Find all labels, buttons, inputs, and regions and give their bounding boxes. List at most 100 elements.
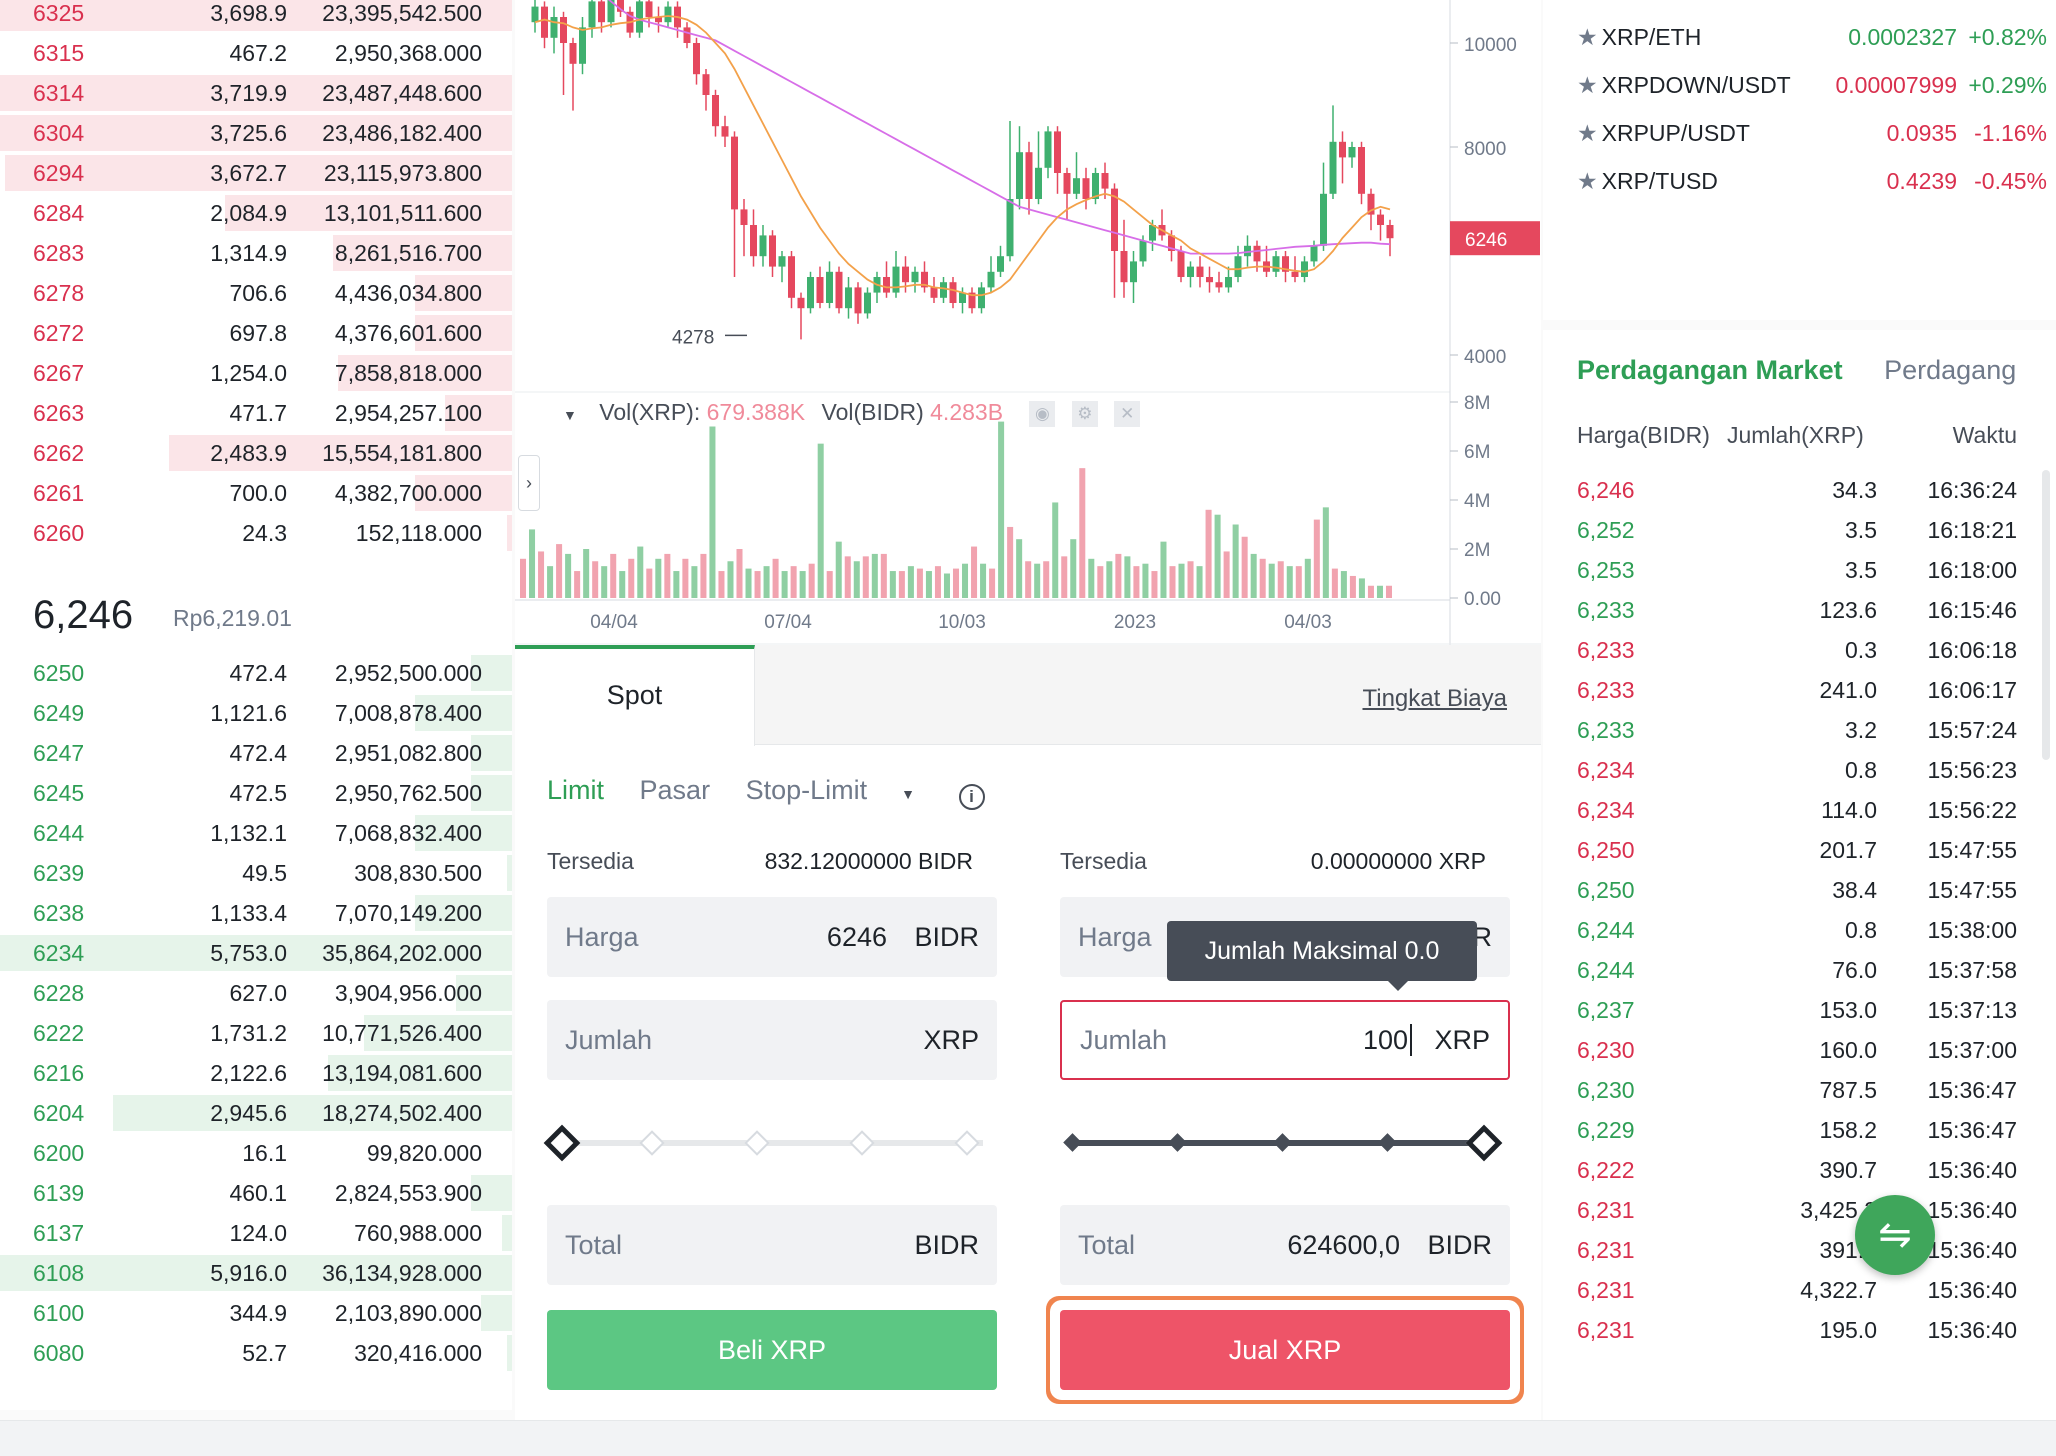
volume-bar: [547, 566, 554, 598]
bid-row[interactable]: 6216 2,122.6 13,194,081.600: [0, 1053, 512, 1093]
sell-button[interactable]: Jual XRP: [1060, 1310, 1510, 1390]
max-amount-tooltip: Jumlah Maksimal 0.0: [1167, 921, 1477, 991]
bid-row[interactable]: 6228 627.0 3,904,956.000: [0, 973, 512, 1013]
bid-row[interactable]: 6108 5,916.0 36,134,928.000: [0, 1253, 512, 1293]
order-type-stop-limit[interactable]: Stop-Limit ▼: [746, 775, 943, 805]
sell-slider-step[interactable]: [1063, 1133, 1082, 1152]
bid-row[interactable]: 6200 16.1 99,820.000: [0, 1133, 512, 1173]
sell-slider-step[interactable]: [1273, 1133, 1292, 1152]
order-price: 6294: [33, 160, 85, 186]
trade-time: 16:18:21: [1927, 517, 2017, 543]
text-cursor: [1410, 1024, 1412, 1056]
ask-row[interactable]: 6272 697.8 4,376,601.600: [0, 313, 512, 353]
volume-bar: [971, 546, 978, 598]
order-type-limit[interactable]: Limit: [547, 775, 604, 805]
vol-tick-label: 0.00: [1464, 589, 1501, 610]
bid-row[interactable]: 6245 472.5 2,950,762.500: [0, 773, 512, 813]
bid-row[interactable]: 6249 1,121.6 7,008,878.400: [0, 693, 512, 733]
buy-button[interactable]: Beli XRP: [547, 1310, 997, 1390]
bid-row[interactable]: 6234 5,753.0 35,864,202.000: [0, 933, 512, 973]
buy-slider-step[interactable]: [744, 1130, 770, 1156]
buy-slider-step[interactable]: [954, 1130, 980, 1156]
swap-arrows-icon[interactable]: ⇋: [1855, 1195, 1935, 1275]
tab-my-trades[interactable]: Perdagang: [1884, 355, 2016, 385]
ask-row[interactable]: 6260 24.3 152,118.000: [0, 513, 512, 553]
trade-amount: 123.6: [1819, 597, 1877, 623]
ask-row[interactable]: 6267 1,254.0 7,858,818.000: [0, 353, 512, 393]
scrollbar[interactable]: [2042, 470, 2050, 760]
bid-row[interactable]: 6238 1,133.4 7,070,149.200: [0, 893, 512, 933]
ask-row[interactable]: 6263 471.7 2,954,257.100: [0, 393, 512, 433]
market-trades-header: Harga(BIDR) Jumlah(XRP) Waktu: [1577, 422, 2017, 449]
price-chart[interactable]: 10000 8000 4000 6246 8M 6M 4M 2M 0.00 04/04 07/04 1…: [515, 0, 1541, 645]
buy-slider-step[interactable]: [639, 1130, 665, 1156]
ask-row[interactable]: 6315 467.2 2,950,368.000: [0, 33, 512, 73]
order-amount: 697.8: [229, 320, 287, 346]
volume-bar: [853, 561, 860, 598]
candle-body: [769, 235, 776, 267]
bid-row[interactable]: 6244 1,132.1 7,068,832.400: [0, 813, 512, 853]
market-pair-row[interactable]: ★ XRPDOWN/USDT 0.00007999 +0.29%: [1577, 61, 2047, 109]
sell-slider-handle[interactable]: [1465, 1124, 1503, 1162]
order-price: 6325: [33, 0, 85, 26]
trade-price: 6,233: [1577, 677, 1635, 703]
candle-body: [1063, 173, 1071, 194]
time-tick-label: 10/03: [938, 612, 986, 633]
ask-row[interactable]: 6294 3,672.7 23,115,973.800: [0, 153, 512, 193]
close-icon[interactable]: ✕: [1114, 400, 1141, 427]
ask-row[interactable]: 6304 3,725.6 23,486,182.400: [0, 113, 512, 153]
buy-price-input[interactable]: Harga 6246 BIDR: [547, 897, 997, 977]
ask-row[interactable]: 6278 706.6 4,436,034.800: [0, 273, 512, 313]
order-type-market[interactable]: Pasar: [640, 775, 711, 805]
chevron-down-icon[interactable]: ▼: [563, 407, 577, 423]
volume-bar: [1340, 571, 1347, 598]
sell-amount-unit: XRP: [1434, 1025, 1490, 1055]
buy-total-input[interactable]: Total BIDR: [547, 1205, 997, 1285]
ask-row[interactable]: 6314 3,719.9 23,487,448.600: [0, 73, 512, 113]
candle-body: [579, 27, 586, 64]
sell-amount-input[interactable]: Jumlah 100 XRP: [1060, 1000, 1510, 1080]
bid-row[interactable]: 6080 52.7 320,416.000: [0, 1333, 512, 1373]
bid-row[interactable]: 6250 472.4 2,952,500.000: [0, 653, 512, 693]
volume-bar: [844, 556, 851, 598]
bid-row[interactable]: 6137 124.0 760,988.000: [0, 1213, 512, 1253]
fee-rate-link[interactable]: Tingkat Biaya: [1362, 685, 1507, 713]
sell-slider-step[interactable]: [1378, 1133, 1397, 1152]
sell-amount-slider[interactable]: [1060, 1123, 1510, 1163]
market-pair-row[interactable]: ★ XRP/ETH 0.0002327 +0.82%: [1577, 13, 2047, 61]
ask-row[interactable]: 6284 2,084.9 13,101,511.600: [0, 193, 512, 233]
candle-body: [1054, 131, 1061, 173]
ask-row[interactable]: 6325 3,698.9 23,395,542.500: [0, 0, 512, 33]
order-total: 4,436,034.800: [334, 280, 482, 306]
buy-amount-slider[interactable]: [543, 1123, 997, 1163]
buy-slider-step[interactable]: [849, 1130, 875, 1156]
market-pair-row[interactable]: ★ XRPUP/USDT 0.0935 -1.16%: [1577, 109, 2047, 157]
bid-row[interactable]: 6204 2,945.6 18,274,502.400: [0, 1093, 512, 1133]
tab-market-trades[interactable]: Perdagangan Market: [1577, 355, 1843, 385]
gear-icon[interactable]: ⚙: [1071, 400, 1098, 427]
volume-bar: [962, 563, 969, 598]
bid-row[interactable]: 6239 49.5 308,830.500: [0, 853, 512, 893]
market-pair-row[interactable]: ★ XRP/TUSD 0.4239 -0.45%: [1577, 157, 2047, 205]
order-total: 4,382,700.000: [334, 480, 482, 506]
sell-slider-step[interactable]: [1168, 1133, 1187, 1152]
bid-row[interactable]: 6100 344.9 2,103,890.000: [0, 1293, 512, 1333]
sell-total-input[interactable]: Total 624600,0 BIDR: [1060, 1205, 1510, 1285]
current-price-label: 6246: [1465, 230, 1507, 251]
trade-amount: 201.7: [1819, 837, 1877, 863]
bid-row[interactable]: 6139 460.1 2,824,553.900: [0, 1173, 512, 1213]
bid-row[interactable]: 6247 472.4 2,951,082.800: [0, 733, 512, 773]
buy-slider-handle[interactable]: [543, 1124, 581, 1162]
volume-bar: [637, 546, 644, 598]
sell-amount-label: Jumlah: [1080, 1025, 1168, 1055]
buy-amount-input[interactable]: Jumlah XRP: [547, 1000, 997, 1080]
ask-row[interactable]: 6261 700.0 4,382,700.000: [0, 473, 512, 513]
eye-icon[interactable]: ◉: [1029, 400, 1056, 427]
ask-row[interactable]: 6283 1,314.9 8,261,516.700: [0, 233, 512, 273]
info-icon[interactable]: i: [958, 784, 985, 810]
chevron-right-icon[interactable]: ›: [518, 455, 540, 511]
ask-row[interactable]: 6262 2,483.9 15,554,181.800: [0, 433, 512, 473]
trade-row: 6,231 195.0 15:36:40: [1577, 1310, 2017, 1350]
tab-spot[interactable]: Spot: [515, 645, 755, 746]
bid-row[interactable]: 6222 1,731.2 10,771,526.400: [0, 1013, 512, 1053]
